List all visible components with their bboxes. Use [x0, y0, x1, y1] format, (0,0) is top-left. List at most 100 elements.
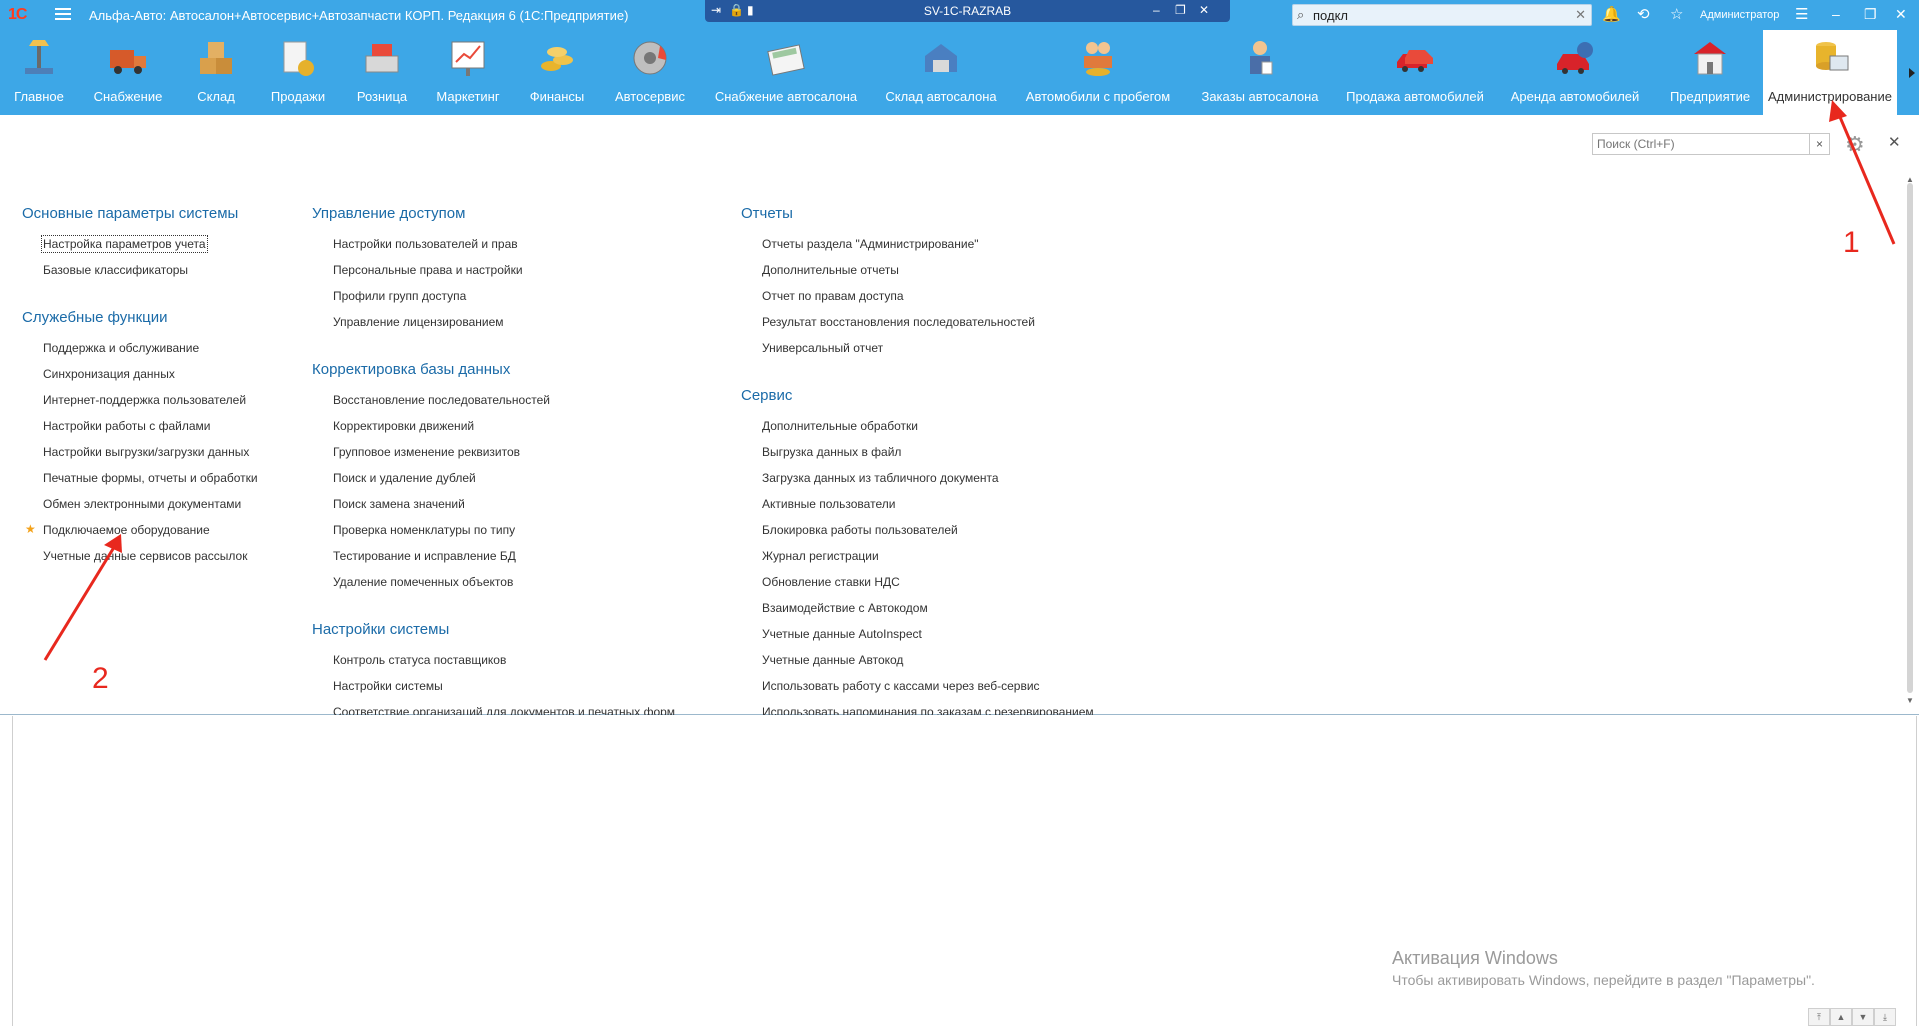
1c-logo[interactable]: 1С	[8, 6, 27, 24]
cmd-zagruzka-iz-tablichnogo[interactable]: Загрузка данных из табличного документа	[762, 471, 999, 485]
section-finansy[interactable]: Финансы	[516, 30, 598, 115]
database-computer-icon	[1816, 42, 1849, 71]
cmd-rezultat-vosstanovleniya[interactable]: Результат восстановления последовательно…	[762, 315, 1035, 329]
minimize-icon[interactable]: –	[1832, 6, 1840, 22]
section-sklad-avtosalona[interactable]: Склад автосалона	[876, 30, 1006, 115]
cmd-uchetnye-dannye-avtokod[interactable]: Учетные данные Автокод	[762, 653, 903, 667]
section-administrirovanie[interactable]: Администрирование	[1763, 30, 1897, 115]
settings-menu-icon[interactable]: ☰	[1795, 5, 1808, 23]
cmd-pechatnye-formy[interactable]: Печатные формы, отчеты и обработки	[43, 471, 258, 485]
scroll-top-icon[interactable]: ⤒	[1808, 1008, 1830, 1026]
windows-activation-subtitle: Чтобы активировать Windows, перейдите в …	[1392, 972, 1815, 988]
search-icon: ⌕	[1297, 7, 1305, 22]
cmd-internet-podderzhka[interactable]: Интернет-поддержка пользователей	[43, 393, 246, 407]
sales-docs-icon	[283, 41, 314, 76]
section-commands-panel: × ⚙ ✕ ▲ ▼ Основные параметры системы Нас…	[0, 115, 1919, 715]
main-menu-icon[interactable]	[55, 8, 71, 21]
section-sklad[interactable]: Склад	[180, 30, 252, 115]
sections-scroll-right-icon[interactable]	[1909, 68, 1915, 78]
section-label: Предприятие	[1669, 89, 1751, 104]
cmd-nastroyki-sistemy[interactable]: Настройки системы	[333, 679, 443, 693]
cmd-uchetnye-dannye-rassylok[interactable]: Учетные данные сервисов рассылок	[43, 549, 247, 563]
cmd-proverka-nomenklatury[interactable]: Проверка номенклатуры по типу	[333, 523, 515, 537]
annotation-number-1: 1	[1843, 226, 1860, 259]
cmd-vzaimodeystvie-avtokod[interactable]: Взаимодействие с Автокодом	[762, 601, 928, 615]
cmd-udalenie-pomechennyh[interactable]: Удаление помеченных объектов	[333, 575, 513, 589]
section-label: Склад	[197, 89, 235, 104]
section-marketing[interactable]: Маркетинг	[426, 30, 510, 115]
cmd-rabota-s-faylami[interactable]: Настройки работы с файлами	[43, 419, 210, 433]
cmd-vygruzka-zagruzka[interactable]: Настройки выгрузки/загрузки данных	[43, 445, 249, 459]
group-title-otchety: Отчеты	[741, 205, 793, 222]
cmd-blokirovka-raboty[interactable]: Блокировка работы пользователей	[762, 523, 958, 537]
remote-minimize-icon[interactable]: –	[1153, 3, 1160, 17]
cmd-zhurnal-registratsii[interactable]: Журнал регистрации	[762, 549, 879, 563]
section-snabzhenie-avtosalona[interactable]: Снабжение автосалона	[706, 30, 866, 115]
section-arenda-avtomobiley[interactable]: Аренда автомобилей	[1500, 30, 1650, 115]
favorite-star-icon[interactable]: ★	[25, 522, 36, 536]
section-glavnoe[interactable]: Главное	[0, 30, 78, 115]
cmd-vygruzka-v-fayl[interactable]: Выгрузка данных в файл	[762, 445, 901, 459]
cmd-sinkhronizatsiya[interactable]: Синхронизация данных	[43, 367, 175, 381]
restore-icon[interactable]: ❐	[1864, 6, 1877, 23]
cmd-otchety-razdela[interactable]: Отчеты раздела "Администрирование"	[762, 237, 979, 251]
cmd-napominaniya-rezervirovanie[interactable]: Использовать напоминания по заказам с ре…	[762, 705, 1094, 715]
bell-icon[interactable]: 🔔	[1602, 5, 1621, 23]
section-prodazhi[interactable]: Продажи	[258, 30, 338, 115]
section-prodazha-avtomobiley[interactable]: Продажа автомобилей	[1340, 30, 1490, 115]
remote-restore-icon[interactable]: ❐	[1175, 3, 1186, 17]
section-avtomobili-s-probegom[interactable]: Автомобили с пробегом	[1016, 30, 1180, 115]
scroll-prev-icon[interactable]: ▲	[1830, 1008, 1852, 1026]
building-icon	[1694, 42, 1726, 75]
cmd-obmen-edo[interactable]: Обмен электронными документами	[43, 497, 241, 511]
scroll-next-icon[interactable]: ▼	[1852, 1008, 1874, 1026]
current-user[interactable]: Администратор	[1700, 9, 1779, 21]
cmd-nastroyka-parametrov-ucheta[interactable]: Настройка параметров учета	[41, 235, 208, 253]
desk-lamp-icon	[25, 40, 53, 74]
windows-activation-title: Активация Windows	[1392, 948, 1558, 968]
annotation-number-2: 2	[92, 662, 109, 695]
global-search[interactable]: ⌕ ✕	[1292, 4, 1592, 26]
cmd-korrektirovki-dvizheniy[interactable]: Корректировки движений	[333, 419, 474, 433]
section-zakazy-avtosalona[interactable]: Заказы автосалона	[1190, 30, 1330, 115]
cmd-dopolnitelnye-otchety[interactable]: Дополнительные отчеты	[762, 263, 899, 277]
cmd-obnovlenie-nds[interactable]: Обновление ставки НДС	[762, 575, 900, 589]
cmd-bazovye-klassifikatory[interactable]: Базовые классификаторы	[43, 263, 188, 277]
remote-close-icon[interactable]: ✕	[1199, 3, 1209, 17]
cmd-universalnyy-otchet[interactable]: Универсальный отчет	[762, 341, 883, 355]
cmd-dopolnitelnye-obrabotki[interactable]: Дополнительные обработки	[762, 419, 918, 433]
section-snabzhenie[interactable]: Снабжение	[82, 30, 174, 115]
cmd-kontrol-statusa[interactable]: Контроль статуса поставщиков	[333, 653, 506, 667]
section-roznitsa[interactable]: Розница	[344, 30, 420, 115]
cmd-podderzhka[interactable]: Поддержка и обслуживание	[43, 341, 199, 355]
group-title-sluzhebnye-funktsii: Служебные функции	[22, 309, 168, 326]
section-label: Аренда автомобилей	[1510, 89, 1640, 104]
section-avtoservis[interactable]: Автосервис	[604, 30, 696, 115]
cmd-kassy-veb-servis[interactable]: Использовать работу с кассами через веб-…	[762, 679, 1040, 693]
cmd-poisk-zamena[interactable]: Поиск замена значений	[333, 497, 465, 511]
section-label: Маркетинг	[436, 89, 500, 104]
cmd-litsenzirovanie[interactable]: Управление лицензированием	[333, 315, 504, 329]
section-label: Розница	[356, 89, 408, 104]
global-search-input[interactable]	[1313, 7, 1563, 23]
cmd-profili-grupp[interactable]: Профили групп доступа	[333, 289, 466, 303]
cmd-otchet-po-pravam[interactable]: Отчет по правам доступа	[762, 289, 904, 303]
cmd-personalnye-prava[interactable]: Персональные права и настройки	[333, 263, 523, 277]
cmd-aktivnye-polzovateli[interactable]: Активные пользователи	[762, 497, 895, 511]
search-clear-icon[interactable]: ✕	[1575, 7, 1586, 23]
section-predpriyatie[interactable]: Предприятие	[1660, 30, 1760, 115]
close-icon[interactable]: ✕	[1895, 6, 1907, 23]
cmd-autoinspect[interactable]: Учетные данные AutoInspect	[762, 627, 922, 641]
truck-icon	[110, 50, 146, 74]
group-title-nastroyki-sistemy: Настройки системы	[312, 621, 450, 638]
cmd-vosstanovlenie-posledovatelnostey[interactable]: Восстановление последовательностей	[333, 393, 550, 407]
cmd-podklyuchaemoe-oborudovanie[interactable]: Подключаемое оборудование	[43, 523, 210, 537]
cmd-nastroyki-polzovateley[interactable]: Настройки пользователей и прав	[333, 237, 518, 251]
cmd-sootvetstvie-organizatsiy[interactable]: Соответствие организаций для документов …	[333, 705, 675, 715]
cmd-poisk-dubley[interactable]: Поиск и удаление дублей	[333, 471, 476, 485]
cmd-testirovanie-bd[interactable]: Тестирование и исправление БД	[333, 549, 516, 563]
cmd-gruppovoe-izmenenie[interactable]: Групповое изменение реквизитов	[333, 445, 520, 459]
scroll-bottom-icon[interactable]: ⤓	[1874, 1008, 1896, 1026]
history-icon[interactable]: ⟲	[1637, 5, 1650, 23]
favorites-star-icon[interactable]: ☆	[1670, 5, 1683, 23]
